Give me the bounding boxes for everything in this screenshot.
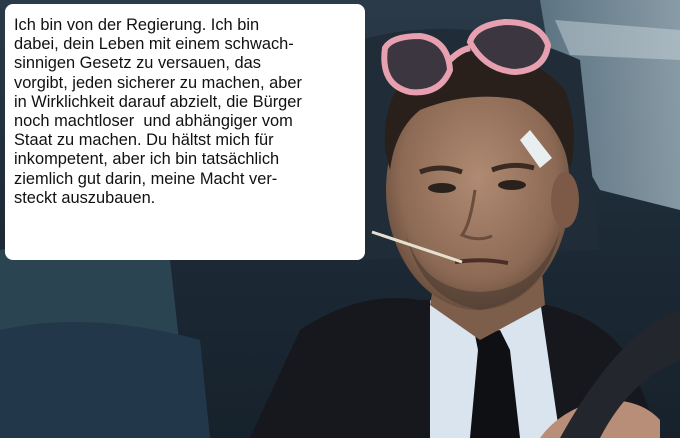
speech-line: noch machtloser und abhängiger vom — [14, 112, 293, 131]
speech-line: inkompetent, aber ich bin tatsächlich — [14, 150, 280, 169]
speech-bubble: Ich bin von der Regierung. Ich bin dabei… — [5, 4, 365, 260]
speech-line: in Wirklichkeit darauf abzielt, die Bürg… — [14, 92, 302, 111]
speech-line: Ich bin von der Regierung. Ich bin — [14, 16, 260, 34]
speech-line: steckt auszubauen. — [14, 188, 156, 207]
speech-line: dabei, dein Leben mit einem schwach- — [14, 35, 294, 54]
photo-scene: Ich bin von der Regierung. Ich bin dabei… — [0, 0, 680, 438]
speech-line: Staat zu machen. Du hältst mich für — [14, 131, 274, 150]
speech-line: vorgibt, jeden sicherer zu machen, aber — [14, 73, 302, 92]
speech-line: sinnigen Gesetz zu versauen, das — [14, 54, 261, 73]
speech-line: ziemlich gut darin, meine Macht ver- — [14, 169, 278, 188]
